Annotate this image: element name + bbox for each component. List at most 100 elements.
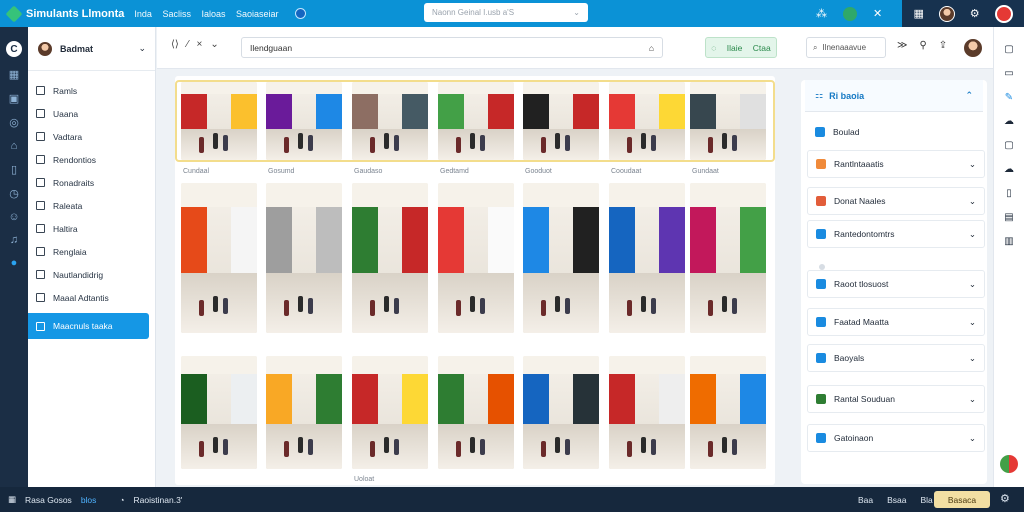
store-photo[interactable] [438,183,514,333]
chevron-down-icon[interactable]: ⌄ [969,196,976,207]
chevron-down-icon[interactable]: ⌄ [210,39,218,50]
panel-row[interactable]: Boulad [807,118,985,146]
store-photo[interactable] [438,82,514,160]
cloud-icon[interactable]: ☁ [1004,164,1014,175]
sidebar-item[interactable]: Maaal Adtantis [28,286,155,309]
menu-item[interactable]: Ialoas [201,9,225,19]
smile-icon[interactable]: ☺ [8,211,19,223]
status-badge[interactable] [1000,455,1018,473]
main-input[interactable]: Ilendguaan ⌂ [241,37,663,58]
store-photo[interactable] [690,82,766,160]
sidebar-icon[interactable]: ▥ [1004,236,1013,247]
close-icon[interactable]: ✕ [873,7,882,20]
grid-icon[interactable]: ▦ [913,7,923,20]
bottom-link[interactable]: blos [81,495,97,505]
panel-row[interactable]: Rantedontomtrs ⌄ [807,220,985,248]
bottom-item[interactable]: Baa [858,495,873,505]
panel-row[interactable]: Raoot tlosuost ⌄ [807,270,985,298]
sidebar-item[interactable]: Nautlandidrig [28,263,155,286]
green-toggle[interactable]: ◌ Ilaie Ctaa [705,37,777,58]
compass-icon[interactable]: ◎ [9,116,19,129]
store-photo[interactable] [609,356,685,469]
cloud-icon[interactable]: ☁ [1004,116,1014,127]
panel-row[interactable]: Donat Naales ⌄ [807,187,985,215]
store-photo[interactable] [690,183,766,333]
square-icon[interactable]: ▢ [1004,140,1013,151]
bell-icon[interactable]: ♫ [10,234,18,246]
menu-item[interactable]: Sacliss [162,9,191,19]
menu-item[interactable]: Inda [134,9,152,19]
store-photo[interactable] [690,356,766,469]
primary-button[interactable]: Basaca [934,491,990,508]
close-icon[interactable]: × [196,39,202,50]
code-icon[interactable]: ⟨⟩ [171,39,179,50]
store-photo[interactable] [609,183,685,333]
active-circle-icon[interactable]: ● [11,257,18,269]
chevron-down-icon[interactable]: ⌄ [138,43,146,54]
panel-row[interactable]: Faatad Maatta ⌄ [807,308,985,336]
sidebar-item[interactable]: Ramls [28,79,155,102]
store-photo[interactable] [523,82,599,160]
avatar[interactable] [938,5,955,22]
gear-badge-icon[interactable] [843,6,857,21]
chevron-down-icon[interactable]: ⌄ [969,433,976,444]
share-icon[interactable]: ⇪ [939,40,947,51]
top-search-input[interactable]: Naonn Geinal I.usb a'S ⌄ [424,3,588,22]
store-photo[interactable] [523,356,599,469]
sidebar-item[interactable]: Haltira [28,217,155,240]
store-photo[interactable] [609,82,685,160]
lock-icon[interactable]: ⌂ [649,43,654,53]
book-icon[interactable]: ▤ [1004,212,1013,223]
store-photo[interactable] [266,356,342,469]
sidebar-user[interactable]: Badmat ⌄ [28,27,155,71]
sidebar-item[interactable]: Renglaia [28,240,155,263]
tablet-icon[interactable]: ▭ [1004,68,1013,79]
pen-icon[interactable]: ✎ [1005,92,1013,103]
chevron-down-icon[interactable]: ⌄ [969,394,976,405]
arrows-icon[interactable]: ≫ [897,40,907,51]
avatar-red[interactable] [994,4,1013,23]
chat-icon[interactable]: ▣ [9,92,19,105]
panel-row[interactable]: Rantlntaaatis ⌄ [807,150,985,178]
store-photo[interactable] [181,183,257,333]
pen-icon[interactable] [294,8,306,19]
sidebar-item[interactable]: Rendontios [28,148,155,171]
app-logo-icon[interactable]: C [6,41,22,57]
sidebar-item[interactable]: Ronadraits [28,171,155,194]
sidebar-item[interactable]: Maacnuls taaka [28,313,149,339]
secondary-search[interactable]: ⌕ Ilnenaaavue [806,37,886,58]
slash-icon[interactable]: ⁄ [187,39,189,50]
grid-icon[interactable]: ▦ [8,494,16,505]
chevron-up-icon[interactable]: ⌃ [965,90,973,101]
bookmark-icon[interactable]: ▢ [1004,44,1013,55]
store-photo[interactable] [266,82,342,160]
store-photo[interactable] [181,356,257,469]
bottom-item[interactable]: Bsaa [887,495,906,505]
sidebar-item[interactable]: Raleata [28,194,155,217]
store-photo[interactable] [523,183,599,333]
bottom-item[interactable]: Bla [921,495,933,505]
grid-icon[interactable]: ▦ [9,68,19,81]
store-photo[interactable] [181,82,257,160]
panel-row[interactable]: Gatoinaon ⌄ [807,424,985,452]
chevron-down-icon[interactable]: ⌄ [969,353,976,364]
home-icon[interactable]: ⌂ [11,140,18,152]
store-photo[interactable] [352,356,428,469]
chevron-down-icon[interactable]: ⌄ [573,8,580,17]
store-photo[interactable] [352,82,428,160]
book-icon[interactable]: ▯ [11,163,17,176]
menu-item[interactable]: Saoiaseiar [236,9,279,19]
avatar[interactable] [963,38,983,58]
sidebar-item[interactable]: Vadtara [28,125,155,148]
settings-icon[interactable]: ⚙ [970,7,980,20]
chevron-down-icon[interactable]: ⌄ [969,279,976,290]
settings-icon[interactable]: ⚙ [1000,492,1010,505]
panel-row[interactable]: Baoyals ⌄ [807,344,985,372]
sidebar-item[interactable]: Uaana [28,102,155,125]
store-photo[interactable] [438,356,514,469]
chevron-down-icon[interactable]: ⌄ [969,317,976,328]
app-logo-icon[interactable] [5,5,23,22]
store-photo[interactable] [266,183,342,333]
store-photo[interactable] [352,183,428,333]
wand-icon[interactable]: ⁂ [816,7,827,20]
